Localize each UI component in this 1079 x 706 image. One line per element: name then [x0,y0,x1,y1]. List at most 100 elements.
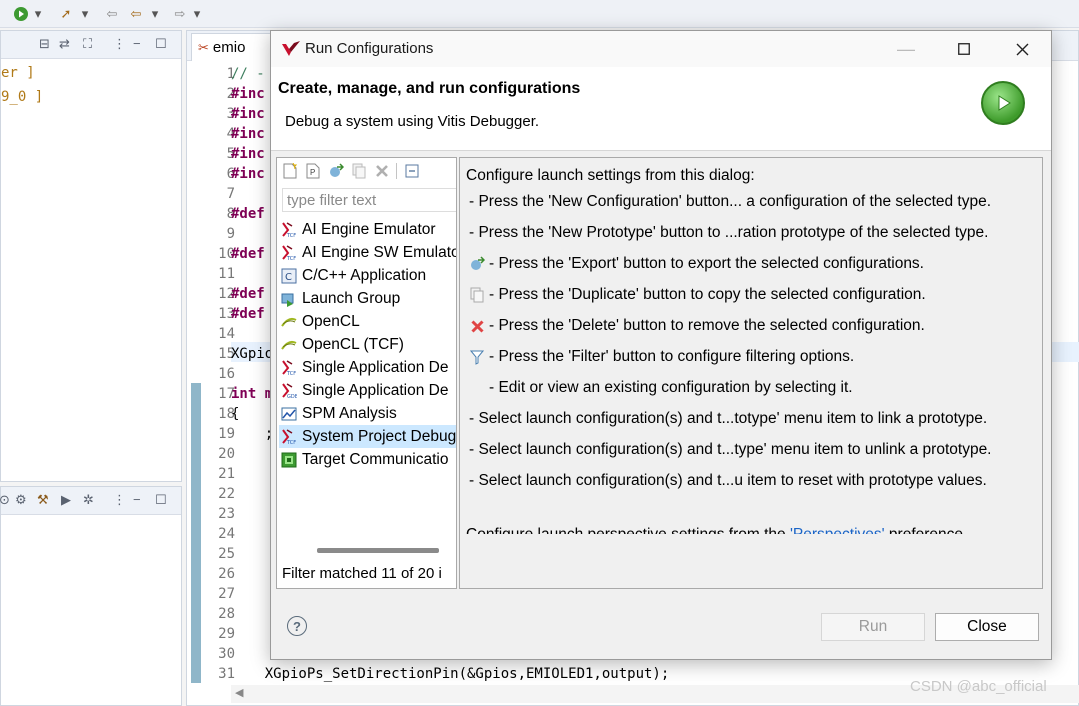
run-button[interactable]: Run [821,613,925,641]
close-window-button[interactable] [993,31,1051,67]
maximize-icon[interactable]: ☐ [155,492,167,508]
line-number: 20 [218,446,235,462]
code-line[interactable]: #inc [231,104,265,124]
code-line[interactable]: #def [231,304,265,324]
code-line[interactable]: #inc [231,124,265,144]
config-type-item[interactable]: TCF AI Engine SW Emulato [279,241,456,264]
svg-text:GDB: GDB [287,394,297,399]
config-type-label: OpenCL [302,312,360,330]
instruction-text: - Press the 'Delete' button to remove th… [489,317,925,334]
code-line[interactable]: XGpioPs_SetDirectionPin(&Gpios,EMIOLED1,… [231,664,670,684]
config-type-item[interactable]: TCF System Project Debug [279,425,456,448]
code-line[interactable]: #def [231,204,265,224]
perspectives-link[interactable]: 'Perspectives' [790,526,885,534]
code-line[interactable]: #def [231,284,265,304]
editor-tab[interactable]: ✂ emio [191,33,271,61]
chevron-down-icon[interactable]: ▾ [80,4,90,24]
instruction-link-prototype: - Select launch configuration(s) and t..… [469,408,987,430]
help-button[interactable]: ? [287,616,307,636]
header-title: Create, manage, and run configurations [278,80,581,97]
instruction-unlink-prototype: - Select launch configuration(s) and t..… [469,439,992,461]
view-menu-icon[interactable]: ⋮ [113,36,126,52]
chevron-down-icon[interactable]: ▾ [150,4,160,24]
line-number: 10 [218,246,235,262]
config-type-item[interactable]: OpenCL [279,310,456,333]
filter-view-icon[interactable]: ⛶ [83,36,92,52]
tree-item[interactable]: 9_0 ] [1,89,43,105]
svg-text:C: C [285,272,292,283]
config-type-label: System Project Debug [302,427,456,445]
line-number: 8 [226,206,235,222]
instruction-text: - Select launch configuration(s) and t..… [469,472,987,489]
minimize-button[interactable]: — [877,31,935,67]
config-type-item[interactable]: SPM Analysis [279,402,456,425]
close-button[interactable]: Close [935,613,1039,641]
gear-icon[interactable]: ⚙ [15,492,27,508]
config-type-item[interactable]: Launch Group [279,287,456,310]
new-configuration-icon[interactable] [281,163,298,180]
settings-icon[interactable]: ⊙ [0,492,10,508]
minimize-icon[interactable]: − [133,492,141,507]
duplicate-icon[interactable] [350,163,367,180]
view-menu-icon[interactable]: ⋮ [113,492,126,508]
opencl-icon [281,337,297,353]
new-prototype-icon[interactable]: P [304,163,321,180]
filter-input[interactable] [282,188,456,212]
config-type-item[interactable]: OpenCL (TCF) [279,333,456,356]
line-number: 14 [218,326,235,342]
code-line[interactable]: // - [231,64,265,84]
dialog-titlebar[interactable]: Run Configurations — [271,31,1051,67]
code-line[interactable]: XGpio [231,344,273,364]
code-line[interactable]: int m [231,384,273,404]
tree-horizontal-scrollbar[interactable] [283,546,454,556]
chevron-down-icon[interactable]: ▾ [33,4,43,24]
scrollbar-thumb[interactable] [317,548,439,553]
run-icon[interactable] [12,4,30,24]
config-type-item[interactable]: Target Communicatio [279,448,456,471]
config-type-item[interactable]: C C/C++ Application [279,264,456,287]
tcf-icon: TCF [281,428,297,446]
link-editor-icon[interactable]: ⇄ [59,36,70,52]
minimize-icon[interactable]: − [133,36,141,51]
perspective-suffix: preference [885,526,963,534]
delete-icon[interactable] [373,163,390,180]
hammer-icon[interactable]: ⚒ [37,492,49,508]
code-line[interactable]: #inc [231,144,265,164]
main-toolbar: ▾ ➚ ▾ ⇦ ⇦ ▾ ⇨ ▾ [0,0,1079,28]
last-edit-icon[interactable]: ⇦ [102,4,122,24]
config-type-item[interactable]: GDB Single Application De [279,379,456,402]
code-line[interactable]: #inc [231,164,265,184]
perspective-settings-text: Configure launch perspective settings fr… [466,524,963,534]
dialog-title: Run Configurations [305,40,434,57]
code-line[interactable]: #def [231,244,265,264]
line-number: 5 [226,146,235,162]
line-number: 3 [226,106,235,122]
bug-icon[interactable]: ✲ [83,492,94,508]
forward-icon[interactable]: ⇨ [170,4,190,24]
instruction-edit: - Edit or view an existing configuration… [469,377,853,399]
code-line[interactable]: { [231,404,239,424]
collapse-all-icon[interactable]: ⊟ [39,36,50,52]
rocket-icon[interactable]: ➚ [56,4,76,24]
filter-icon [469,349,485,365]
instruction-text: - Select launch configuration(s) and t..… [469,441,992,458]
export-icon[interactable] [327,163,344,180]
maximize-icon[interactable]: ☐ [155,36,167,52]
play-icon[interactable]: ▶ [61,492,71,508]
scroll-left-icon[interactable]: ◀ [235,686,243,699]
config-type-item[interactable]: TCF AI Engine Emulator [279,218,456,241]
code-line[interactable]: ; [231,424,273,444]
code-line[interactable]: #inc [231,84,265,104]
instruction-text: - Edit or view an existing configuration… [489,379,853,396]
config-type-item[interactable]: TCF Single Application De [279,356,456,379]
svg-text:P: P [310,168,315,177]
chevron-down-icon[interactable]: ▾ [192,4,202,24]
tree-item[interactable]: er ] [1,65,35,81]
line-number: 23 [218,506,235,522]
line-number: 6 [226,166,235,182]
collapse-all-icon[interactable] [403,163,420,180]
target-comm-icon [281,452,297,468]
maximize-button[interactable] [935,31,993,67]
blank-icon [469,380,485,396]
back-icon[interactable]: ⇦ [126,4,146,24]
